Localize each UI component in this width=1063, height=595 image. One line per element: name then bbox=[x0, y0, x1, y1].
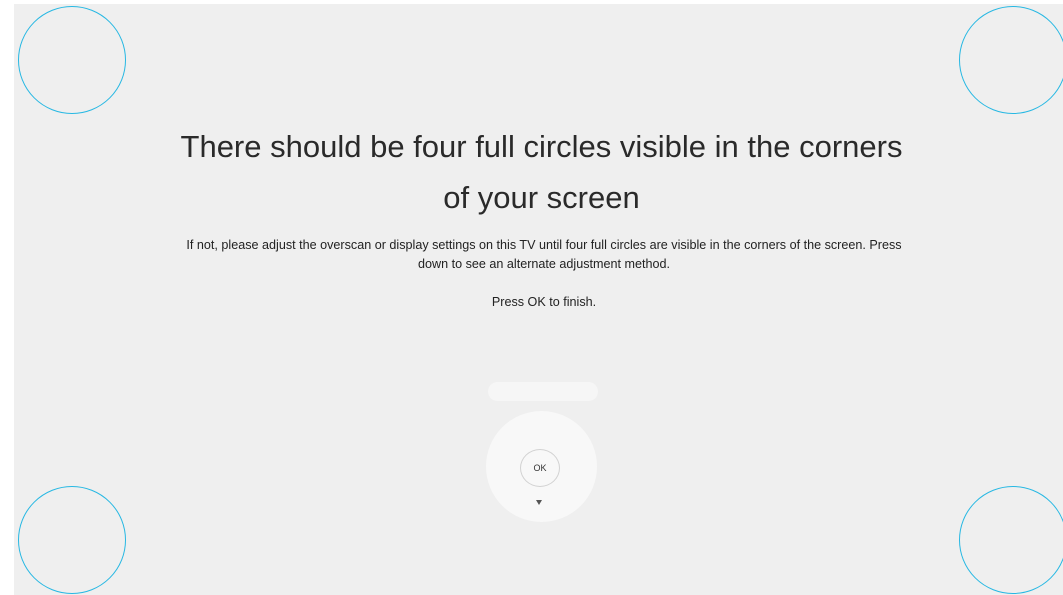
corner-circle-top-right bbox=[959, 6, 1063, 114]
corner-circle-bottom-left bbox=[18, 486, 126, 594]
finish-hint: Press OK to finish. bbox=[491, 295, 597, 309]
chevron-down-icon[interactable] bbox=[536, 500, 542, 505]
instruction-text: If not, please adjust the overscan or di… bbox=[186, 238, 902, 271]
ok-button[interactable]: OK bbox=[520, 449, 560, 487]
remote-navigation-pad: OK bbox=[486, 411, 597, 522]
page-title: There should be four full circles visibl… bbox=[180, 129, 903, 215]
corner-circle-top-left bbox=[18, 6, 126, 114]
overscan-calibration-screen: There should be four full circles visibl… bbox=[14, 4, 1063, 595]
remote-top-bar bbox=[488, 382, 598, 401]
corner-circle-bottom-right bbox=[959, 486, 1063, 594]
ok-button-label: OK bbox=[533, 463, 547, 473]
